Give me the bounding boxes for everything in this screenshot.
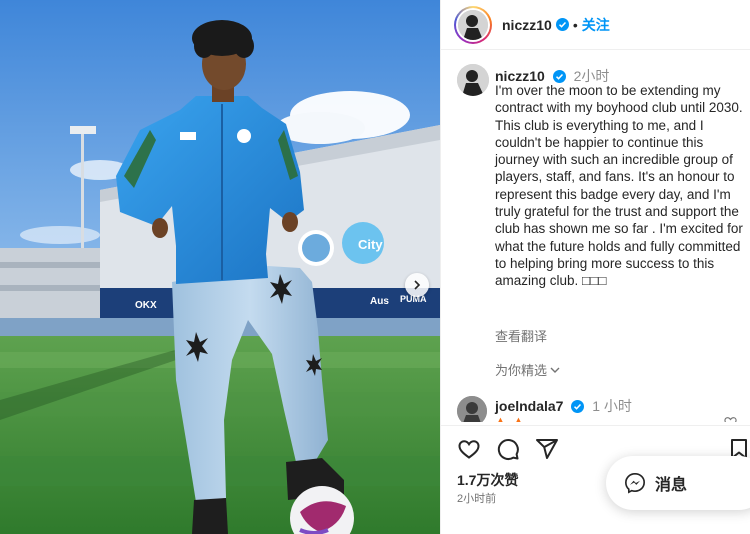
header-separator: • bbox=[572, 16, 578, 33]
commenter-avatar[interactable] bbox=[457, 396, 487, 422]
post-header: niczz10 • 关注 bbox=[441, 0, 750, 50]
featured-label: 为你精选 bbox=[495, 363, 548, 378]
heart-icon[interactable] bbox=[457, 437, 481, 461]
share-icon[interactable] bbox=[535, 437, 559, 461]
avatar-image bbox=[457, 64, 489, 96]
board-aus: Aus bbox=[370, 296, 389, 307]
caption-avatar[interactable] bbox=[457, 64, 489, 96]
post-timestamp[interactable]: 2小时前 bbox=[457, 490, 496, 506]
comment-icon[interactable] bbox=[496, 437, 520, 461]
see-translation-link[interactable]: 查看翻译 bbox=[495, 326, 547, 345]
follow-button[interactable]: 关注 bbox=[582, 15, 610, 35]
verified-badge-icon bbox=[571, 400, 585, 413]
avatar-image bbox=[457, 396, 487, 422]
author-username[interactable]: niczz10 bbox=[502, 17, 552, 33]
comment-like-icon[interactable] bbox=[724, 416, 737, 422]
avatar-image bbox=[458, 9, 488, 40]
post-panel: niczz10 • 关注 niczz10 2小时 I'm over the mo… bbox=[440, 0, 750, 534]
likes-count[interactable]: 1.7万次赞 bbox=[457, 470, 518, 490]
comment-emoji: ▲ ▲ bbox=[495, 415, 526, 422]
chevron-right-icon bbox=[414, 280, 421, 290]
comment-time: 1 小时 bbox=[592, 398, 632, 414]
post-photo[interactable]: City OKX Aus PUMA bbox=[0, 0, 440, 534]
chevron-down-icon bbox=[550, 362, 560, 377]
caption-text: I'm over the moon to be extending my con… bbox=[495, 83, 743, 289]
verified-badge-icon bbox=[555, 18, 569, 31]
featured-toggle[interactable]: 为你精选 bbox=[495, 360, 560, 379]
messages-button[interactable]: 消息 bbox=[606, 456, 750, 510]
messages-label: 消息 bbox=[655, 477, 688, 494]
board-okx: OKX bbox=[135, 300, 157, 311]
photo-scene: City OKX Aus PUMA bbox=[0, 0, 440, 534]
comment-item: joelndala7 1 小时 ▲ ▲ bbox=[441, 394, 750, 422]
messenger-icon bbox=[625, 473, 645, 494]
next-photo-button[interactable] bbox=[405, 273, 429, 297]
banner-text: City bbox=[358, 237, 383, 252]
commenter-username[interactable]: joelndala7 bbox=[495, 398, 563, 414]
story-avatar[interactable] bbox=[454, 5, 492, 44]
